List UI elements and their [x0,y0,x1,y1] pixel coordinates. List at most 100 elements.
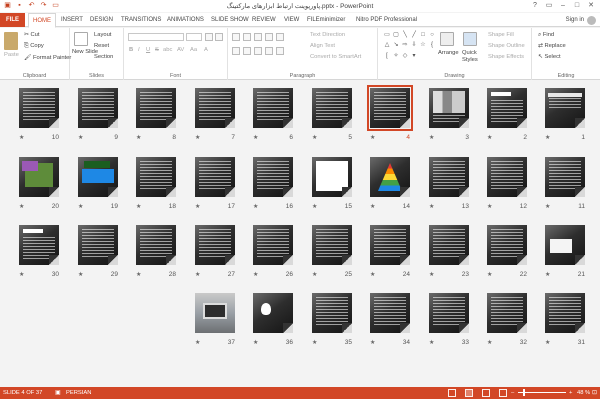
transition-star-icon[interactable]: ★ [370,203,375,210]
slide-thumbnail[interactable] [545,293,585,333]
tab-transitions[interactable]: TRANSITIONS [121,13,161,27]
slide-thumbnail[interactable] [136,225,176,265]
transition-star-icon[interactable]: ★ [545,203,550,210]
textbox-shape-icon[interactable]: ▢ [392,31,400,39]
tab-home[interactable]: HOME [28,13,56,28]
transition-star-icon[interactable]: ★ [253,203,258,210]
slide-thumbnail[interactable] [195,88,235,128]
star-shape-icon[interactable]: ✧ [392,52,400,60]
transition-star-icon[interactable]: ★ [312,134,317,141]
shapes-gallery[interactable]: ▭ ▢ ╲ ╱ □ ○ △ ↘ ⇨ ⇩ ☆ { [ ✧ ◇ ▾ [383,31,435,61]
numbering-icon[interactable] [243,33,251,41]
quick-styles-button[interactable]: Quick Styles [462,50,482,64]
format-painter-button[interactable]: 🖌 Format Painter [24,55,71,61]
slide-thumbnail[interactable] [78,157,118,197]
slide-thumbnail[interactable] [545,88,585,128]
zoom-in-button[interactable]: + [569,390,572,396]
replace-button[interactable]: ⇄ Replace [538,43,566,49]
section-button[interactable]: Section [94,54,113,60]
transition-star-icon[interactable]: ★ [253,339,258,346]
triangle-shape-icon[interactable]: △ [383,41,391,49]
paste-button[interactable]: Paste [4,52,19,58]
slide-thumbnail[interactable] [195,225,235,265]
slide-thumbnail[interactable] [370,157,410,197]
slide-thumbnail[interactable] [19,88,59,128]
cut-button[interactable]: ✂ Cut [24,32,40,38]
slideshow-view-icon[interactable] [499,389,507,397]
transition-star-icon[interactable]: ★ [545,134,550,141]
zoom-level[interactable]: 48 % [577,390,590,396]
slide-thumbnail[interactable] [429,293,469,333]
slide-thumbnail[interactable] [367,85,413,131]
transition-star-icon[interactable]: ★ [429,271,434,278]
slide-thumbnail[interactable] [19,225,59,265]
paste-icon[interactable] [4,32,18,50]
transition-star-icon[interactable]: ★ [545,339,550,346]
slide-sorter-view-icon[interactable] [465,389,473,397]
tab-fileminimizer[interactable]: FILEminimizer [307,13,345,27]
transition-star-icon[interactable]: ★ [136,271,141,278]
transition-star-icon[interactable]: ★ [136,134,141,141]
slide-thumbnail[interactable] [487,293,527,333]
spellcheck-icon[interactable]: ▣ [55,390,60,396]
slide-thumbnail[interactable] [312,225,352,265]
zoom-out-button[interactable]: – [511,390,514,396]
brace-shape-icon[interactable]: { [428,41,436,49]
slide-thumbnail[interactable] [487,88,527,128]
transition-star-icon[interactable]: ★ [370,271,375,278]
slide-thumbnail[interactable] [370,225,410,265]
transition-star-icon[interactable]: ★ [195,203,200,210]
tab-nitro-pdf[interactable]: Nitro PDF Professional [356,13,417,27]
transition-star-icon[interactable]: ★ [370,339,375,346]
decrease-indent-icon[interactable] [254,33,262,41]
tab-design[interactable]: DESIGN [90,13,113,27]
transition-star-icon[interactable]: ★ [429,203,434,210]
fit-window-icon[interactable]: ⊡ [592,390,597,396]
slide-thumbnail[interactable] [312,293,352,333]
underline-button[interactable]: U [146,47,150,53]
slide-thumbnail[interactable] [195,157,235,197]
font-size-combo[interactable] [186,33,202,41]
select-button[interactable]: ↖ Select [538,54,561,60]
slide-thumbnail[interactable] [487,157,527,197]
slide-thumbnail[interactable] [136,157,176,197]
copy-button[interactable]: ⎘ Copy [24,43,44,50]
transition-star-icon[interactable]: ★ [487,339,492,346]
slide-thumbnail[interactable] [253,157,293,197]
arrow-shape-icon[interactable]: ⇨ [401,41,409,49]
transition-star-icon[interactable]: ★ [545,271,550,278]
tab-slide-show[interactable]: SLIDE SHOW [211,13,249,27]
shrink-font-icon[interactable] [215,33,223,41]
arrow-shape-icon[interactable]: ⇩ [410,41,418,49]
align-center-icon[interactable] [243,47,251,55]
transition-star-icon[interactable]: ★ [253,134,258,141]
slide-sorter[interactable]: ★ 1 ★ 2 ★ 3 ★ 4 ★ 5 ★ 6 ★ 7 ★ 8 ★ 9 ★ 10 ★ 11 ★ 12 ★ 13 ★ 14 ★ 15 ★ 16 ★… [0,81,600,387]
transition-star-icon[interactable]: ★ [78,134,83,141]
new-slide-icon[interactable] [74,32,88,46]
tab-file[interactable]: FILE [0,13,25,27]
tab-animations[interactable]: ANIMATIONS [167,13,204,27]
zoom-slider-thumb[interactable] [523,389,525,396]
line-spacing-icon[interactable] [276,33,284,41]
star-shape-icon[interactable]: ☆ [419,41,427,49]
transition-star-icon[interactable]: ★ [312,271,317,278]
normal-view-icon[interactable] [448,389,456,397]
close-button[interactable]: ✕ [584,0,598,11]
tab-insert[interactable]: INSERT [61,13,83,27]
columns-icon[interactable] [276,47,284,55]
slide-thumbnail[interactable] [253,88,293,128]
layout-button[interactable]: Layout [94,32,111,38]
callout-shape-icon[interactable]: ◇ [401,52,409,60]
transition-star-icon[interactable]: ★ [136,203,141,210]
minimize-button[interactable]: – [556,0,570,11]
slide-thumbnail[interactable] [429,88,469,128]
transition-star-icon[interactable]: ★ [19,134,24,141]
transition-star-icon[interactable]: ★ [487,203,492,210]
language-indicator[interactable]: PERSIAN [66,390,91,396]
convert-smartart-button[interactable]: Convert to SmartArt [310,54,361,60]
grow-font-icon[interactable] [205,33,213,41]
zoom-slider[interactable] [518,389,566,396]
oval-shape-icon[interactable]: ○ [428,31,436,39]
reading-view-icon[interactable] [482,389,490,397]
align-left-icon[interactable] [232,47,240,55]
